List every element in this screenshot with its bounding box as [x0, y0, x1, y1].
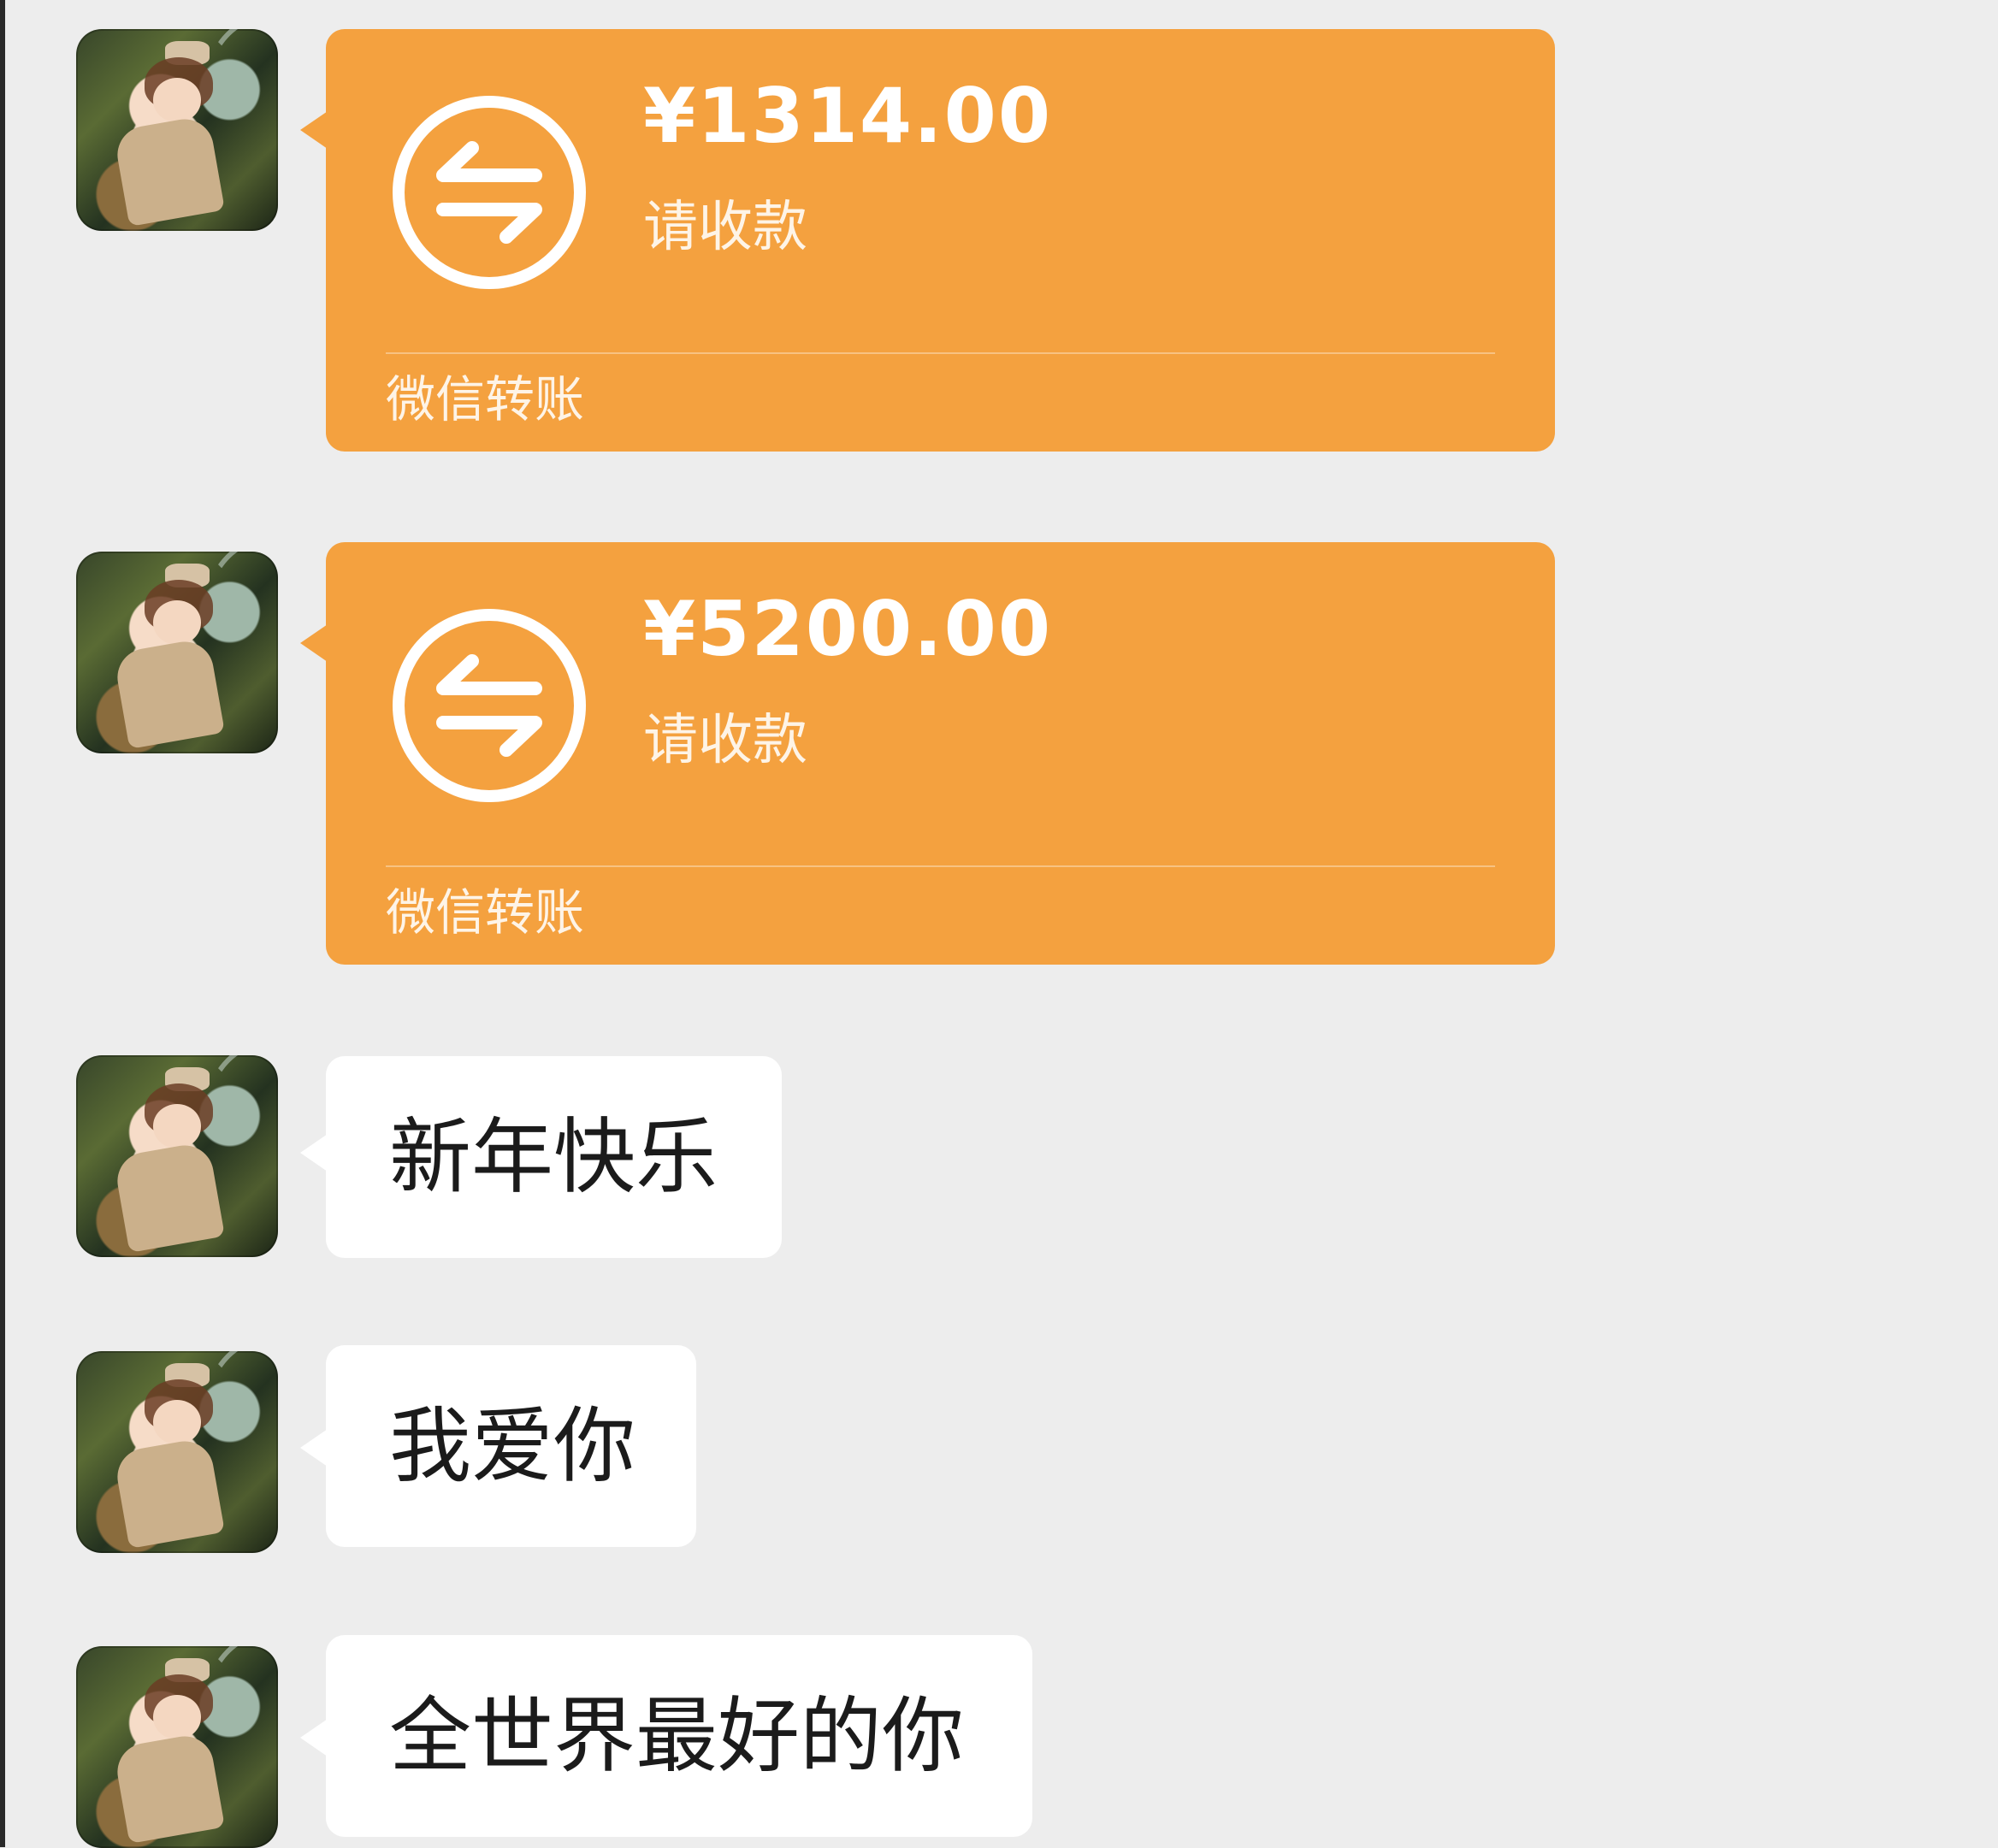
avatar[interactable] — [76, 1646, 278, 1848]
avatar[interactable] — [76, 552, 278, 753]
bubble-tail — [300, 1134, 328, 1172]
text-message-bubble[interactable]: 全世界最好的你 — [326, 1635, 1032, 1837]
transfer-card[interactable]: ¥1314.00 请收款 微信转账 — [326, 29, 1555, 452]
text-message-bubble[interactable]: 我爱你 — [326, 1345, 696, 1547]
transfer-footer-label: 微信转账 — [386, 883, 585, 942]
transfer-footer-label: 微信转账 — [386, 370, 585, 428]
transfer-card[interactable]: ¥5200.00 请收款 微信转账 — [326, 542, 1555, 965]
bubble-tail — [300, 111, 328, 149]
bubble-tail — [300, 624, 328, 662]
avatar[interactable] — [76, 1055, 278, 1257]
transfer-status: 请收款 — [643, 709, 807, 772]
chat-message-list[interactable]: ¥1314.00 请收款 微信转账 ¥5200.00 请收款 微信转账 新年快乐… — [0, 0, 1998, 1848]
card-divider — [386, 865, 1495, 867]
avatar[interactable] — [76, 29, 278, 231]
transfer-arrows-icon — [393, 96, 586, 289]
avatar[interactable] — [76, 1351, 278, 1553]
transfer-arrows-icon — [393, 609, 586, 802]
card-divider — [386, 352, 1495, 354]
text-message-bubble[interactable]: 新年快乐 — [326, 1056, 782, 1258]
transfer-amount: ¥1314.00 — [643, 72, 1053, 160]
bubble-tail — [300, 1429, 328, 1467]
transfer-amount: ¥5200.00 — [643, 585, 1053, 673]
transfer-status: 请收款 — [643, 196, 807, 259]
bubble-tail — [300, 1719, 328, 1756]
